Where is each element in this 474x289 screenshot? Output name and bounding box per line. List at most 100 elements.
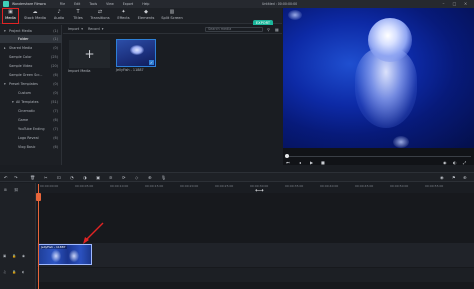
- marker-icon[interactable]: ⚑: [452, 175, 456, 180]
- sidebar-item-custom[interactable]: Custom (0): [0, 89, 62, 97]
- sidebar-item-sample-video[interactable]: Sample Video (20): [0, 62, 62, 70]
- chevron-down-icon: ▾: [12, 100, 14, 104]
- speed-icon[interactable]: ◔: [70, 175, 74, 180]
- sidebar-item-count: (25): [51, 55, 58, 59]
- volume-icon[interactable]: ◐: [453, 160, 457, 165]
- tab-effects[interactable]: ✦ Effects: [116, 9, 131, 23]
- tab-stock-media[interactable]: ☁ Stock Media: [24, 9, 46, 23]
- add-track-icon[interactable]: ⊞: [4, 188, 7, 192]
- crop-icon[interactable]: ⊡: [57, 175, 61, 180]
- sidebar-item-sample-color[interactable]: Sample Color (25): [0, 53, 62, 61]
- tab-audio[interactable]: ♪ Audio: [52, 9, 66, 23]
- sidebar-item-label: Custom: [18, 91, 31, 95]
- sidebar-item-project-media[interactable]: ▾ Project Media (1): [0, 27, 62, 35]
- link-icon[interactable]: ⛓: [14, 188, 18, 192]
- ruler-label: 00:00:35:00: [285, 184, 304, 188]
- keyframe-icon[interactable]: ◇: [135, 175, 138, 180]
- tab-transitions-label: Transitions: [90, 16, 110, 20]
- redo-icon[interactable]: ↷: [14, 175, 18, 180]
- sidebar-item-folder[interactable]: Folder (1): [0, 35, 62, 43]
- sidebar-item-sample-green-screen[interactable]: Sample Green Scr... (6): [0, 71, 62, 79]
- audio-track-lane[interactable]: [37, 268, 474, 282]
- render-icon[interactable]: ◉: [440, 175, 444, 180]
- menu-file[interactable]: File: [60, 2, 65, 6]
- ruler-label: 00:00:15:00: [145, 184, 164, 188]
- tab-split-screen[interactable]: ▥ Split Screen: [160, 9, 184, 23]
- zoom-in-icon[interactable]: ⊕: [463, 175, 467, 180]
- sidebar-item-preset-templates[interactable]: ▾ Preset Templates (0): [0, 80, 62, 88]
- menu-export[interactable]: Export: [123, 2, 133, 6]
- sidebar-item-shared-media[interactable]: ▸ Shared Media (0): [0, 44, 62, 52]
- tab-transitions[interactable]: ⇄ Transitions: [89, 9, 111, 23]
- voiceover-icon[interactable]: 🎙: [161, 175, 166, 181]
- minimize-icon[interactable]: –: [441, 1, 446, 6]
- menu-tools[interactable]: Tools: [89, 2, 97, 6]
- motion-icon[interactable]: ⟳: [122, 175, 126, 180]
- stop-icon[interactable]: ■: [321, 160, 325, 165]
- menu-help[interactable]: Help: [142, 2, 149, 6]
- ruler-label: 00:00:10:00: [110, 184, 129, 188]
- undo-icon[interactable]: ↶: [4, 175, 8, 180]
- jellyfish-small: [288, 10, 302, 20]
- sidebar-item-all-templates[interactable]: ▾ All Templates (51): [0, 98, 62, 106]
- tab-media[interactable]: ▣ Media: [2, 8, 19, 24]
- lock-icon[interactable]: 🔒: [12, 270, 16, 274]
- media-clip-thumbnail[interactable]: ✓: [116, 39, 156, 67]
- color-icon[interactable]: ◑: [83, 175, 87, 180]
- sidebar-item-label: Sample Green Scr...: [9, 73, 43, 77]
- chevron-down-icon[interactable]: ▾: [81, 27, 83, 31]
- play-icon[interactable]: ▶: [310, 160, 313, 165]
- audio-mixer-icon[interactable]: ≋: [109, 175, 113, 180]
- step-back-icon[interactable]: ⏮: [286, 160, 290, 165]
- ruler-label: 00:00:55:00: [425, 184, 444, 188]
- media-library-sidebar: ▾ Project Media (1) Folder (1) ▸ Shared …: [0, 25, 62, 165]
- record-dropdown[interactable]: Record: [88, 27, 100, 31]
- tab-effects-label: Effects: [117, 16, 130, 20]
- lock-icon[interactable]: 🔒: [12, 254, 16, 258]
- grid-view-icon[interactable]: ▦: [275, 27, 280, 32]
- ruler-label: 00:00:45:00: [355, 184, 374, 188]
- sidebar-item-youtube-ending[interactable]: YouTube Ending (7): [0, 125, 62, 133]
- timeline-clip-label: JellyFish - 11887: [40, 245, 67, 249]
- playhead-handle[interactable]: [36, 193, 41, 201]
- prev-frame-icon[interactable]: ◂: [299, 160, 301, 165]
- cut-icon[interactable]: ✂: [44, 175, 48, 180]
- preview-scrub-bar[interactable]: [286, 156, 471, 157]
- tab-elements[interactable]: ◆ Elements: [137, 9, 155, 23]
- close-icon[interactable]: ×: [463, 1, 468, 6]
- timeline-ruler[interactable]: 00:00:00:00 00:00:05:00 00:00:10:00 00:0…: [0, 183, 474, 193]
- ruler-label: 00:00:20:00: [180, 184, 199, 188]
- chevron-down-icon[interactable]: ▾: [102, 27, 104, 31]
- green-screen-icon[interactable]: ▣: [96, 175, 100, 180]
- tab-titles[interactable]: T Titles: [71, 9, 85, 23]
- eye-icon[interactable]: ◉: [22, 254, 25, 258]
- delete-icon[interactable]: 🗑: [30, 175, 35, 181]
- timeline-video-clip[interactable]: JellyFish - 11887: [38, 244, 92, 265]
- sidebar-item-label: Vlog Basic: [18, 145, 36, 149]
- maximize-icon[interactable]: □: [452, 1, 457, 6]
- scrub-handle[interactable]: [285, 154, 289, 158]
- sidebar-item-count: (6): [53, 73, 58, 77]
- import-dropdown[interactable]: Import: [68, 27, 79, 31]
- sidebar-item-logo-reveal[interactable]: Logo Reveal (6): [0, 134, 62, 142]
- sidebar-item-cinematic[interactable]: Cinematic (7): [0, 107, 62, 115]
- menu-edit[interactable]: Edit: [74, 2, 80, 6]
- media-icon: ▣: [8, 9, 13, 15]
- fullscreen-icon[interactable]: ⤢: [463, 160, 466, 165]
- menu-view[interactable]: View: [106, 2, 114, 6]
- ruler-label: 00:00:50:00: [390, 184, 409, 188]
- sidebar-item-game[interactable]: Game (6): [0, 116, 62, 124]
- filter-icon[interactable]: ⚲: [267, 27, 272, 32]
- sidebar-item-count: (0): [53, 91, 58, 95]
- sidebar-item-label: Sample Video: [9, 64, 33, 68]
- clip-frame: [69, 250, 79, 262]
- stabilize-icon[interactable]: ⊕: [148, 175, 152, 180]
- sidebar-item-count: (20): [51, 64, 58, 68]
- sidebar-item-vlog-basic[interactable]: Vlog Basic (6): [0, 143, 62, 151]
- sidebar-item-label: All Templates: [16, 100, 39, 104]
- search-input[interactable]: Search media: [205, 27, 263, 32]
- snapshot-icon[interactable]: ◉: [443, 160, 447, 165]
- speaker-icon[interactable]: ◖: [22, 270, 24, 274]
- video-track-lane[interactable]: [37, 243, 474, 267]
- import-media-tile[interactable]: +: [69, 40, 110, 68]
